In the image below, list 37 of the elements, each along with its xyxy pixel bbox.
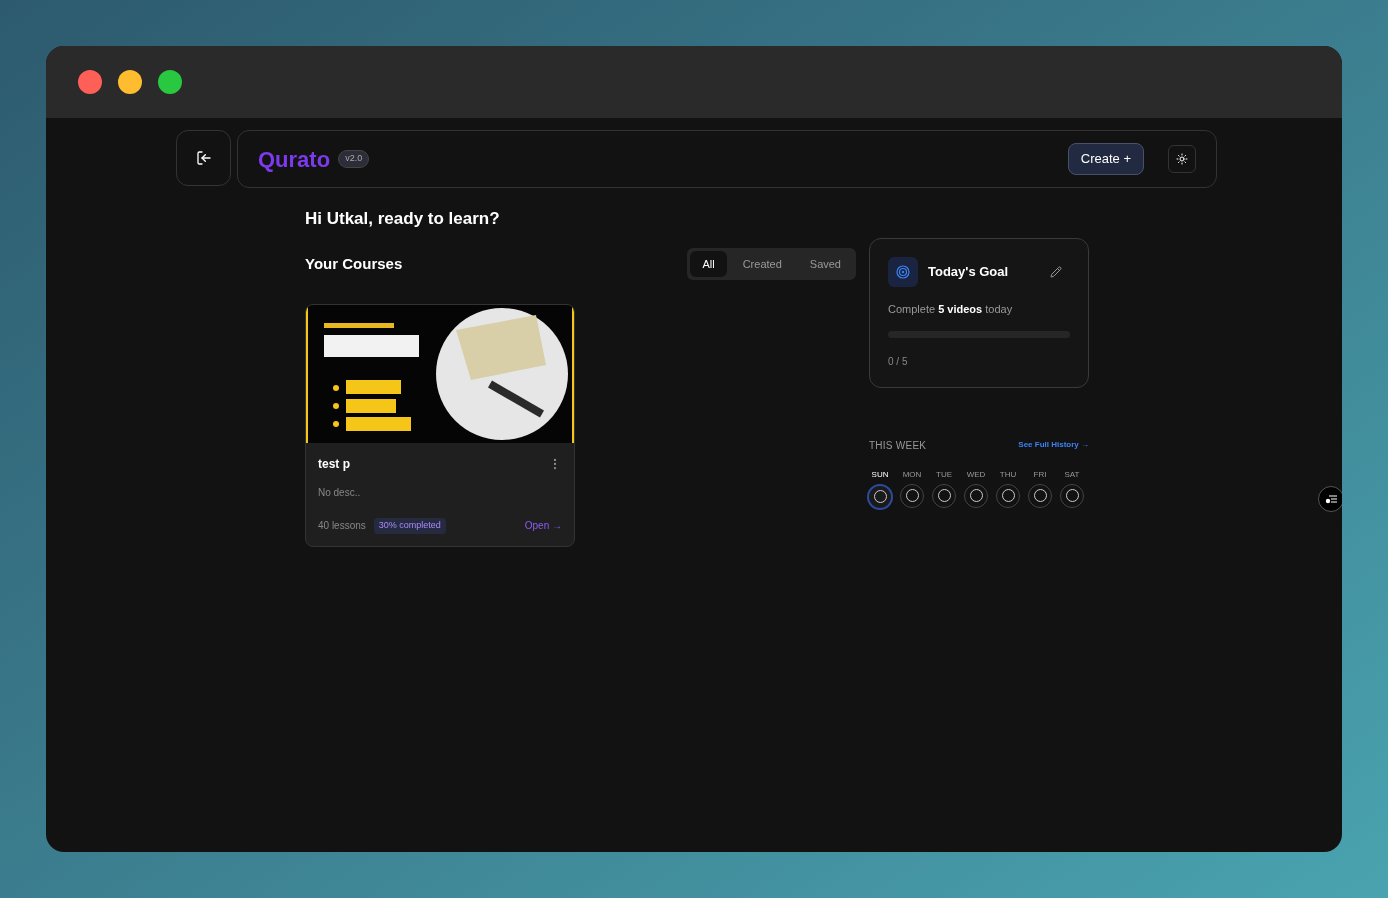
greeting: Hi Utkal, ready to learn? <box>305 208 501 230</box>
create-button[interactable]: Create + <box>1067 143 1144 175</box>
lesson-count: 40 lessons <box>318 519 366 534</box>
close-button[interactable] <box>78 70 102 94</box>
filter-tab[interactable]: Saved <box>797 250 853 277</box>
day-label: WED <box>966 468 986 481</box>
goal-count: 0 / 5 <box>888 355 909 369</box>
maximize-button[interactable] <box>158 70 182 94</box>
menu-icon <box>1325 494 1337 504</box>
minimize-button[interactable] <box>118 70 142 94</box>
day-label: SUN <box>871 468 889 481</box>
filter-tab[interactable]: Created <box>730 250 794 277</box>
sun-icon <box>1176 153 1188 165</box>
goal-title: Today's Goal <box>928 262 1009 281</box>
version-tag: v2.0 <box>338 150 370 168</box>
goal-text: Complete 5 videos today <box>888 301 1014 317</box>
target-icon <box>888 256 918 287</box>
logout-button[interactable] <box>176 130 231 186</box>
filter-tab[interactable]: All <box>690 250 727 277</box>
course-card[interactable]: test p No desc.. 40 lessons 30% completed Open → <box>305 304 575 547</box>
course-title: test p <box>318 456 350 473</box>
theme-button[interactable] <box>1168 145 1196 173</box>
day-label: TUE <box>936 468 952 481</box>
day-label: THU <box>999 468 1017 481</box>
course-description: No desc.. <box>318 486 362 500</box>
progress-tag: 30% completed <box>373 518 446 534</box>
floating-menu-button[interactable] <box>1318 486 1342 512</box>
brand-name: Qurato <box>258 145 331 174</box>
day-label: SAT <box>1064 468 1080 481</box>
day-label: FRI <box>1033 468 1047 481</box>
open-link[interactable]: Open → <box>524 518 562 534</box>
history-link[interactable]: See Full History → <box>1018 439 1089 451</box>
edit-icon[interactable] <box>1050 265 1062 278</box>
week-title: THIS WEEK <box>869 438 927 453</box>
exit-icon <box>195 150 212 166</box>
section-title: Your Courses <box>305 253 403 274</box>
day-label: MON <box>902 468 922 481</box>
